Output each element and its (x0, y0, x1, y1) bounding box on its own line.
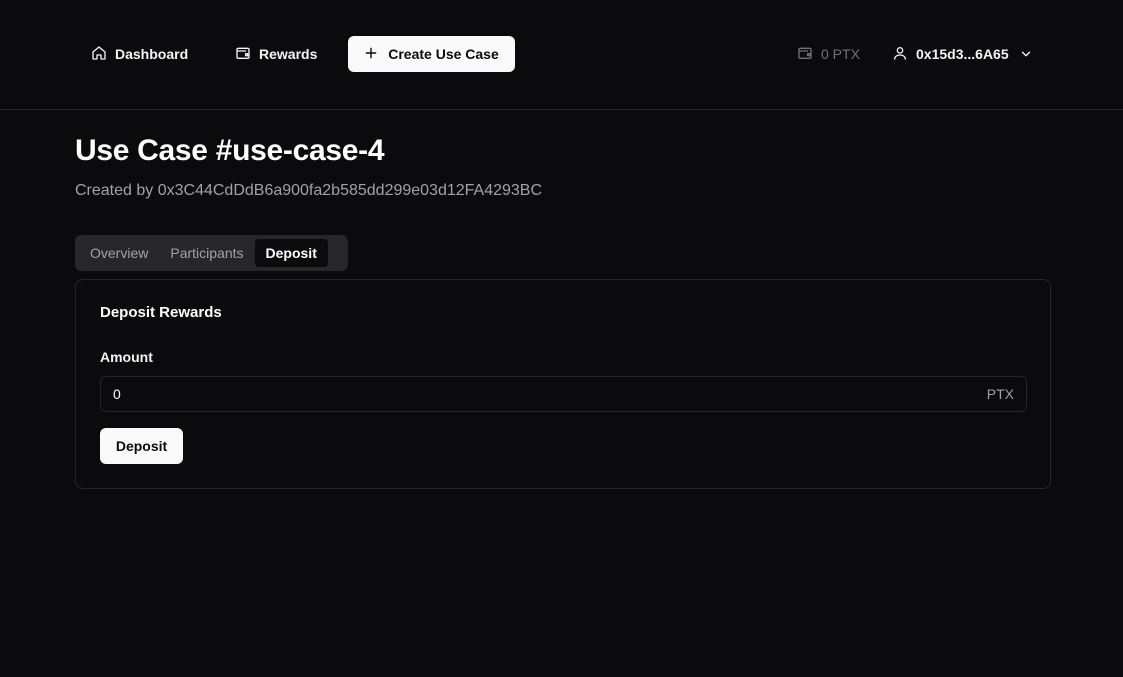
account-menu-button[interactable]: 0x15d3...6A65 (892, 36, 1033, 72)
amount-value: 0 (113, 386, 121, 402)
card-title: Deposit Rewards (100, 304, 222, 321)
tab-deposit[interactable]: Deposit (254, 239, 328, 267)
tab-overview[interactable]: Overview (79, 239, 159, 267)
wallet-icon (235, 45, 251, 64)
balance-label: 0 PTX (821, 46, 860, 62)
deposit-rewards-card: Deposit Rewards Amount 0 PTX Deposit (75, 279, 1051, 489)
home-icon (91, 45, 107, 64)
top-navigation-bar: Dashboard Rewards Create Use Case 0 PTX … (0, 0, 1123, 110)
amount-unit: PTX (986, 386, 1014, 402)
chevron-down-icon (1019, 47, 1033, 61)
nav-dashboard-link[interactable]: Dashboard (85, 36, 194, 72)
create-use-case-button[interactable]: Create Use Case (348, 36, 515, 72)
amount-input[interactable]: 0 PTX (100, 376, 1027, 412)
nav-dashboard-label: Dashboard (115, 46, 189, 62)
user-icon (892, 45, 908, 64)
nav-rewards-link[interactable]: Rewards (229, 36, 323, 72)
nav-rewards-label: Rewards (259, 46, 318, 62)
page-title: Use Case #use-case-4 (75, 134, 385, 167)
tab-participants[interactable]: Participants (159, 239, 254, 267)
create-use-case-label: Create Use Case (388, 46, 499, 62)
wallet-icon (797, 45, 813, 64)
account-address: 0x15d3...6A65 (916, 46, 1009, 62)
creator-address: Created by 0x3C44CdDdB6a900fa2b585dd299e… (75, 182, 543, 199)
deposit-button[interactable]: Deposit (100, 428, 183, 464)
balance-display: 0 PTX (797, 36, 860, 72)
plus-icon (364, 46, 378, 63)
amount-label: Amount (100, 349, 153, 365)
tab-list: Overview Participants Deposit (75, 235, 348, 271)
